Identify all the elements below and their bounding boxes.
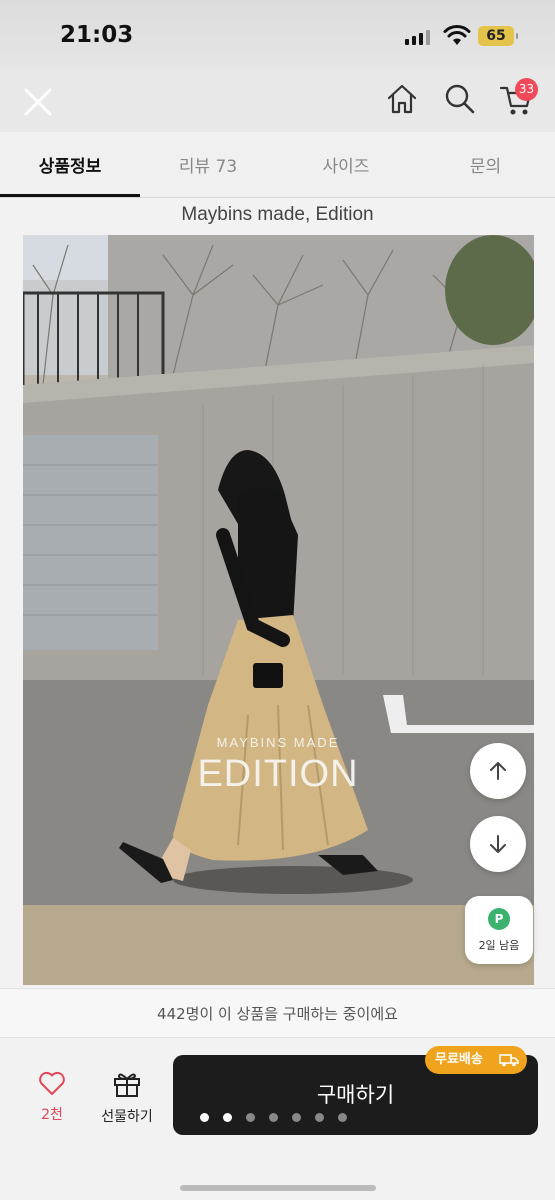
- product-content: Maybins made, Edition MAYBINS MADE EDITI…: [0, 198, 555, 988]
- points-reward-button[interactable]: P 2일 남음: [465, 896, 533, 964]
- carousel-dots: [200, 1113, 347, 1122]
- scroll-down-button[interactable]: [470, 816, 526, 872]
- like-count: 2천: [41, 1107, 63, 1123]
- tab-size[interactable]: 사이즈: [276, 152, 416, 177]
- image-overlay-title: EDITION: [197, 753, 359, 795]
- carousel-dot[interactable]: [269, 1113, 278, 1122]
- tab-reviews[interactable]: 리뷰 73: [140, 152, 276, 177]
- wifi-icon: [443, 25, 471, 45]
- search-icon[interactable]: [443, 82, 477, 116]
- home-icon[interactable]: [385, 82, 419, 116]
- image-overlay-subtitle: MAYBINS MADE: [216, 735, 340, 750]
- carousel-dot[interactable]: [292, 1113, 301, 1122]
- gift-button[interactable]: 선물하기: [92, 1070, 162, 1134]
- carousel-dot[interactable]: [338, 1113, 347, 1122]
- brand-title: Maybins made, Edition: [181, 204, 374, 225]
- status-time: 21:03: [60, 22, 134, 48]
- free-shipping-label: 무료배송: [435, 1052, 483, 1067]
- like-button[interactable]: 2천: [22, 1070, 82, 1134]
- scroll-up-button[interactable]: [470, 743, 526, 799]
- purchase-activity-notice: 442명이 이 상품을 구매하는 중이에요: [0, 988, 555, 1038]
- tab-inquiry[interactable]: 문의: [416, 152, 555, 177]
- tab-product-info[interactable]: 상품정보: [0, 152, 140, 177]
- carousel-dot[interactable]: [246, 1113, 255, 1122]
- home-indicator: [180, 1185, 376, 1191]
- cellular-signal-icon: [405, 29, 430, 45]
- carousel-dot[interactable]: [223, 1113, 232, 1122]
- points-label: 2일 남음: [478, 939, 520, 952]
- gift-icon: [114, 1073, 140, 1097]
- gift-label: 선물하기: [101, 1109, 153, 1125]
- points-icon: P: [488, 908, 510, 930]
- cart-count-badge: 33: [515, 78, 538, 101]
- top-nav: [0, 72, 555, 132]
- status-bar: 21:03 65: [0, 0, 555, 72]
- carousel-dot[interactable]: [200, 1113, 209, 1122]
- heart-icon: [39, 1071, 65, 1095]
- active-tab-indicator: [0, 194, 140, 197]
- free-shipping-badge: 무료배송: [425, 1046, 527, 1074]
- battery-indicator: 65: [478, 26, 518, 46]
- product-image: MAYBINS MADE EDITION: [23, 235, 534, 985]
- truck-icon: [499, 1054, 519, 1067]
- product-tabs: 상품정보 리뷰 73 사이즈 문의: [0, 132, 555, 198]
- arrow-up-icon: [490, 762, 506, 780]
- close-icon[interactable]: [18, 82, 58, 122]
- carousel-dot[interactable]: [315, 1113, 324, 1122]
- arrow-down-icon: [490, 835, 506, 853]
- bottom-action-bar: 2천 선물하기 구매하기 무료배송: [0, 1038, 555, 1200]
